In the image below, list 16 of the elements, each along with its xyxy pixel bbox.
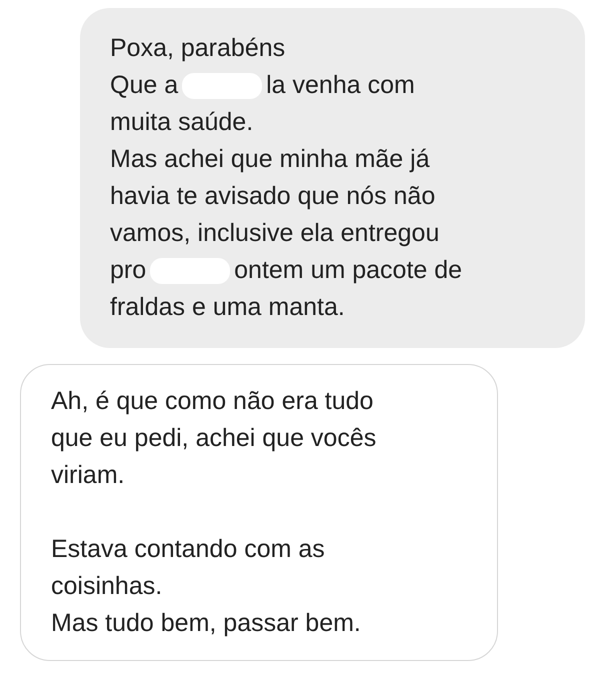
message-text: Que a: [110, 70, 178, 101]
message-text: ontem um pacote de: [234, 255, 462, 286]
message-text: Ah, é que como não era tudo: [51, 386, 374, 417]
message-text: Poxa, parabéns: [110, 33, 286, 64]
message-text: la venha com: [266, 70, 415, 101]
message-text: vamos, inclusive ela entregou: [110, 218, 440, 249]
message-text: fraldas e uma manta.: [110, 292, 346, 323]
message-text: coisinhas.: [51, 571, 164, 602]
message-text: havia te avisado que nós não: [110, 181, 436, 212]
message-text: pro: [110, 255, 146, 286]
message-text: viriam.: [51, 460, 126, 491]
message-text: Mas achei que minha mãe já: [110, 144, 431, 175]
message-text: que eu pedi, achei que vocês: [51, 423, 378, 454]
message-text: Mas tudo bem, passar bem.: [51, 608, 362, 639]
message-text: muita saúde.: [110, 107, 254, 138]
message-text: Estava contando com as: [51, 534, 326, 565]
